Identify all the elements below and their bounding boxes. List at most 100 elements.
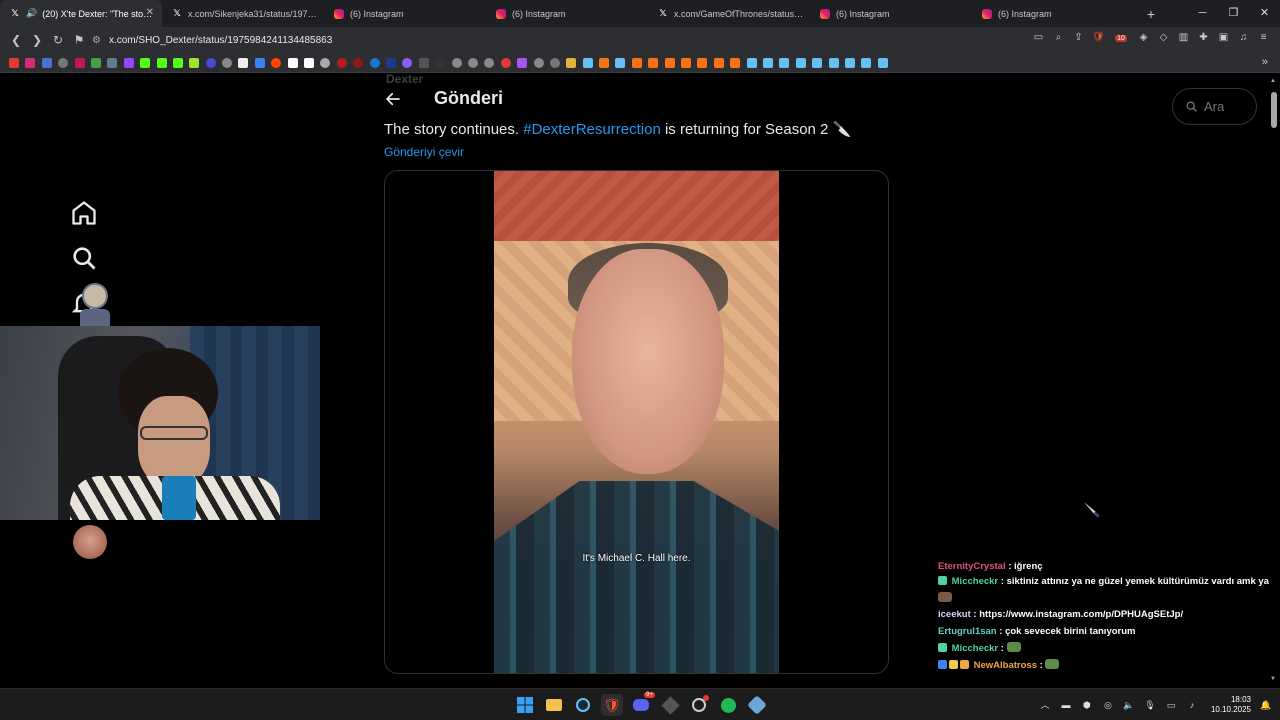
back-icon[interactable]: ❮ — [6, 33, 26, 47]
youtube-bookmark-icon[interactable] — [9, 57, 19, 68]
wallet-icon[interactable]: ▣ — [1217, 31, 1230, 45]
bookmark-icon[interactable] — [730, 57, 741, 68]
kick-bookmark-icon[interactable] — [140, 57, 151, 68]
kick-bookmark-icon[interactable] — [172, 57, 183, 68]
brave-browser-icon[interactable]: 🛡 — [601, 694, 623, 716]
share-icon[interactable]: ⇪ — [1072, 31, 1085, 45]
bookmark-icon[interactable] — [549, 57, 560, 68]
steam-bookmark-icon[interactable] — [828, 57, 839, 68]
file-explorer-icon[interactable] — [543, 694, 565, 716]
extension-badge-icon[interactable]: 10 — [1112, 31, 1130, 45]
battery-icon[interactable]: ▬ — [1060, 699, 1072, 711]
scrollbar-thumb[interactable] — [1271, 92, 1277, 128]
show-hidden-icons-icon[interactable]: ︿ — [1039, 699, 1051, 711]
video-player[interactable]: It's Michael C. Hall here. — [494, 171, 779, 673]
bookmark-icon[interactable] — [533, 57, 544, 68]
sidebar-icon[interactable]: ▥ — [1177, 31, 1190, 45]
app-icon[interactable] — [688, 694, 710, 716]
steam-bookmark-icon[interactable] — [746, 57, 757, 68]
steam-bookmark-icon[interactable] — [861, 57, 872, 68]
extensions-puzzle-icon[interactable]: ✚ — [1197, 31, 1210, 45]
bookmark-icon[interactable] — [41, 57, 52, 68]
tab-sikenjeka-status[interactable]: 𝕏 x.com/Sikenjeka31/status/19762774... — [162, 0, 324, 27]
search-icon[interactable] — [70, 244, 98, 272]
more-bookmarks-icon[interactable]: » — [1262, 56, 1268, 68]
app-icon[interactable] — [746, 694, 768, 716]
brave-shield-icon[interactable]: 🛡 — [1092, 31, 1105, 45]
account-avatar[interactable] — [73, 525, 107, 559]
tray-app-icon[interactable]: ⬢ — [1081, 699, 1093, 711]
scroll-up-icon[interactable]: ▲ — [1270, 78, 1276, 84]
steam-bookmark-icon[interactable] — [812, 57, 823, 68]
bookmark-icon[interactable] — [517, 57, 528, 68]
bookmark-icon[interactable] — [254, 57, 265, 68]
bookmark-icon[interactable] — [500, 57, 511, 68]
notification-icon[interactable]: 🔔 — [1260, 699, 1272, 711]
minimize-icon[interactable]: ─ — [1187, 0, 1218, 27]
site-info-icon[interactable]: ⚙ — [92, 35, 101, 46]
menu-icon[interactable]: ≡ — [1257, 31, 1270, 45]
bookmark-icon[interactable] — [336, 57, 347, 68]
tab-instagram-3[interactable]: (6) Instagram — [810, 0, 972, 27]
tab-gameofthrones-status[interactable]: 𝕏 x.com/GameOfThrones/status/19763... — [648, 0, 810, 27]
steam-bookmark-icon[interactable] — [762, 57, 773, 68]
steam-tray-icon[interactable]: ◎ — [1102, 699, 1114, 711]
discord-icon[interactable]: 9+ — [630, 692, 655, 716]
amazon-bookmark-icon[interactable] — [304, 57, 315, 68]
bookmark-icon[interactable] — [648, 57, 659, 68]
bookmark-icon[interactable] — [451, 57, 462, 68]
scroll-down-icon[interactable]: ▼ — [1270, 676, 1276, 682]
steam-bookmark-icon[interactable] — [844, 57, 855, 68]
bookmark-icon[interactable] — [222, 57, 233, 68]
windows-start-icon[interactable] — [514, 694, 536, 716]
new-tab-button[interactable]: + — [1136, 6, 1166, 22]
reddit-bookmark-icon[interactable] — [271, 57, 282, 68]
back-arrow-icon[interactable] — [384, 90, 402, 108]
bookmark-icon[interactable] — [599, 57, 610, 68]
extension-icon[interactable]: ◈ — [1137, 31, 1150, 45]
folder-bookmark-icon[interactable] — [566, 57, 577, 68]
forward-icon[interactable]: ❯ — [27, 33, 47, 47]
tab-instagram-1[interactable]: (6) Instagram — [324, 0, 486, 27]
url-field[interactable]: ⚙ x.com/SHO_Dexter/status/19759842411344… — [92, 31, 1102, 49]
clock[interactable]: 18:03 10.10.2025 — [1211, 695, 1251, 715]
bookmark-icon[interactable]: ⚑ — [69, 33, 89, 47]
tweet-media-container[interactable]: It's Michael C. Hall here. — [384, 170, 889, 674]
bookmark-icon[interactable] — [435, 57, 446, 68]
bookmark-icon[interactable] — [402, 57, 413, 68]
steam-bookmark-icon[interactable] — [795, 57, 806, 68]
app-icon[interactable] — [659, 694, 681, 716]
steam-bookmark-icon[interactable] — [582, 57, 593, 68]
bookmark-icon[interactable] — [418, 57, 429, 68]
bookmark-icon[interactable] — [467, 57, 478, 68]
bookmark-icon[interactable] — [320, 57, 331, 68]
instagram-bookmark-icon[interactable] — [25, 57, 36, 68]
steam-bookmark-icon[interactable] — [615, 57, 626, 68]
volume-icon[interactable]: 🔈 — [1123, 699, 1135, 711]
tab-instagram-2[interactable]: (6) Instagram — [486, 0, 648, 27]
bookmark-icon[interactable] — [205, 57, 216, 68]
bookmark-icon[interactable] — [385, 57, 396, 68]
bookmark-icon[interactable] — [697, 57, 708, 68]
bookmark-icon[interactable] — [353, 57, 364, 68]
bookmark-icon[interactable] — [369, 57, 380, 68]
tab-close-icon[interactable]: ✕ — [146, 7, 154, 18]
steam-bookmark-icon[interactable] — [877, 57, 888, 68]
zoom-icon[interactable]: ⌕ — [1052, 31, 1065, 45]
close-window-icon[interactable]: ✕ — [1249, 0, 1280, 27]
tab-instagram-4[interactable]: (6) Instagram — [972, 0, 1134, 27]
translate-post-link[interactable]: Gönderiyi çevir — [384, 145, 464, 159]
extension-icon[interactable]: ◇ — [1157, 31, 1170, 45]
home-icon[interactable] — [70, 199, 98, 227]
hashtag-link[interactable]: #DexterResurrection — [523, 121, 661, 138]
spotify-icon[interactable] — [717, 694, 739, 716]
microphone-icon[interactable]: 🎙 — [1144, 699, 1156, 711]
bookmark-icon[interactable] — [189, 57, 200, 68]
bookmark-icon[interactable] — [631, 57, 642, 68]
restore-icon[interactable]: ❐ — [1218, 0, 1249, 27]
bookmark-icon[interactable] — [287, 57, 298, 68]
bookmark-icon[interactable] — [107, 57, 118, 68]
x-bookmark-icon[interactable] — [238, 57, 249, 68]
bookmark-icon[interactable] — [664, 57, 675, 68]
steam-icon[interactable] — [572, 694, 594, 716]
